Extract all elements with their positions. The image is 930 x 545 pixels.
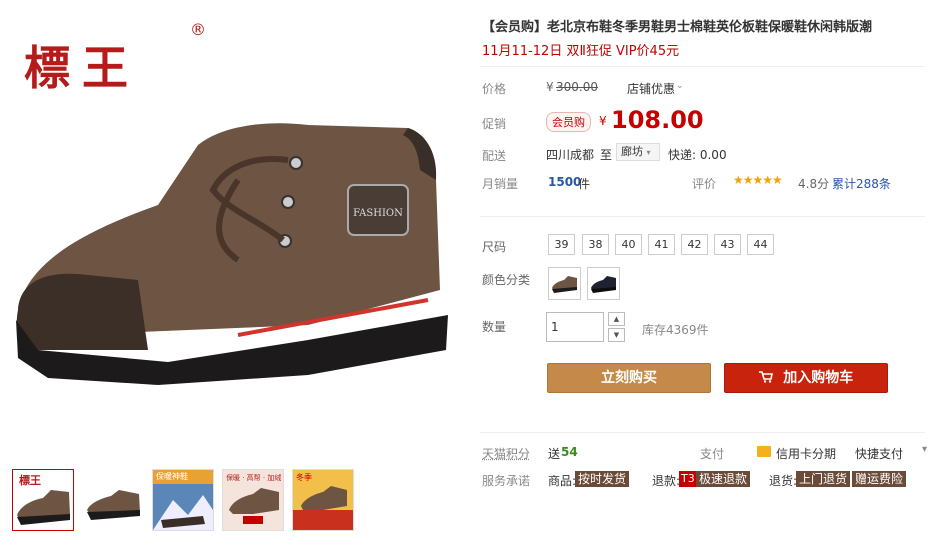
monthly-sales-unit: 件 [578, 177, 591, 191]
quantity-down-icon: ▼ [613, 331, 620, 339]
points-value: 54 [561, 445, 578, 459]
thumbnail-5[interactable]: 冬季 [292, 469, 354, 531]
thumb-1-logo: 標王 [19, 473, 41, 487]
product-title: 【会员购】老北京布鞋冬季男鞋男士棉鞋英伦板鞋保暖鞋休闲韩版潮 [482, 20, 873, 35]
service-divider [480, 432, 925, 433]
door-return-badge[interactable]: 上门退货 [796, 471, 851, 487]
shipping-fee: 快递: 0.00 [668, 148, 727, 162]
brown-shoe-thumb [552, 276, 577, 293]
thumb-1-image: 標王 [17, 473, 70, 525]
brand-logo-text: 標王 [24, 41, 140, 95]
size-option-40[interactable]: 40 [615, 234, 642, 255]
store-promo-link[interactable]: 店铺优惠 [627, 80, 675, 97]
thumb-4-caption: 保暖 · 高帮 · 加绒 [226, 474, 282, 482]
size-option-42[interactable]: 42 [681, 234, 708, 255]
rating-stars: ★★★★★ [733, 173, 783, 187]
monthly-sales-count: 1500 [548, 175, 582, 189]
on-time-delivery-badge[interactable]: 按时发货 [575, 471, 630, 487]
freight-insurance-badge[interactable]: 赠运费险 [852, 471, 907, 487]
thumbnail-1[interactable]: 標王 [12, 469, 74, 531]
delivery-to-word: 至 [600, 148, 613, 162]
quantity-input[interactable]: 1 [546, 312, 604, 342]
price-panel-divider-bottom [480, 216, 925, 217]
t3-badge: T3 [679, 471, 697, 487]
delivery-from: 四川成都 [546, 148, 595, 162]
member-tag: 会员购 [546, 112, 591, 132]
thumb-3-caption: 保暖神鞋 [156, 472, 188, 481]
destination-value: 廊坊 [621, 145, 643, 158]
return-label: 退货: [769, 474, 798, 488]
credit-card-icon [757, 446, 771, 457]
color-option-brown[interactable] [548, 267, 581, 300]
promo-price-value: 108.00 [611, 106, 704, 134]
delivery-label: 配送 [482, 149, 507, 163]
rating-label: 评价 [692, 177, 717, 191]
promo-currency: ¥ [599, 114, 607, 128]
rating-score: 4.8分 [798, 177, 830, 191]
quantity-up-icon: ▲ [613, 315, 620, 323]
size-option-38[interactable]: 38 [582, 234, 609, 255]
thumbnail-3[interactable]: 保暖神鞋 [152, 469, 214, 531]
service-label: 服务承诺 [482, 474, 531, 488]
add-to-cart-button[interactable]: 加入购物车 [724, 363, 888, 393]
payment-more-icon[interactable]: ▾ [922, 444, 927, 455]
quantity-label: 数量 [482, 320, 507, 334]
size-option-41[interactable]: 41 [648, 234, 675, 255]
quantity-decrease-button[interactable]: ▼ [608, 328, 625, 342]
add-to-cart-label: 加入购物车 [783, 370, 854, 386]
buy-now-label: 立刻购买 [601, 370, 657, 386]
size-option-39[interactable]: 39 [548, 234, 575, 255]
shoe-illustration [16, 123, 448, 385]
product-promo: 11月11-12日 双Ⅱ狂促 VIP价45元 [482, 44, 680, 59]
color-option-black[interactable] [587, 267, 620, 300]
refund-label: 退款: [652, 474, 681, 488]
price-original: 300.00 [556, 80, 598, 94]
shoe-badge-text: FASHION [353, 208, 403, 219]
color-label: 颜色分类 [482, 273, 531, 287]
stock-count: 库存4369件 [642, 323, 709, 337]
buy-now-button[interactable]: 立刻购买 [547, 363, 711, 393]
monthly-sales-label: 月销量 [482, 177, 519, 191]
main-product-image[interactable]: FASHION [8, 100, 458, 390]
thumbnail-2[interactable] [82, 469, 144, 531]
thumb-2-image [87, 490, 140, 520]
credit-installment[interactable]: 信用卡分期 [776, 445, 836, 462]
fast-refund-badge[interactable]: 极速退款 [696, 471, 751, 487]
size-option-43[interactable]: 43 [714, 234, 741, 255]
price-currency: ¥ [546, 80, 554, 94]
cart-icon [758, 371, 778, 386]
black-shoe-thumb [591, 276, 616, 293]
destination-select[interactable]: 廊坊 ▾ [616, 143, 660, 161]
thumb-5-caption: 冬季 [296, 473, 312, 482]
price-panel-divider-top [480, 66, 925, 67]
registered-mark: ® [190, 20, 206, 39]
product-page: 標王 ® FASHION 標王 保暖神鞋 保暖 · 高帮 · 加绒 冬季 【会员… [0, 0, 930, 545]
brand-logo: 標王 ® [24, 20, 206, 98]
thumbnail-4[interactable]: 保暖 · 高帮 · 加绒 [222, 469, 284, 531]
price-label: 价格 [482, 82, 507, 96]
chevron-down-icon: ⌄ [676, 81, 684, 91]
tmall-points-label[interactable]: 天猫积分 [482, 445, 530, 462]
review-count-link[interactable]: 累计288条 [832, 175, 891, 192]
quick-pay[interactable]: 快捷支付 [855, 445, 903, 462]
quantity-increase-button[interactable]: ▲ [608, 312, 625, 326]
destination-chevron-icon: ▾ [646, 148, 651, 157]
payment-label: 支付 [700, 447, 725, 461]
shop-promise-label: 商品: [548, 474, 577, 488]
quantity-value: 1 [551, 320, 559, 334]
promo-price-label: 促销 [482, 117, 507, 131]
size-option-44[interactable]: 44 [747, 234, 774, 255]
points-give-text: 送 [548, 447, 561, 461]
size-label: 尺码 [482, 240, 507, 254]
